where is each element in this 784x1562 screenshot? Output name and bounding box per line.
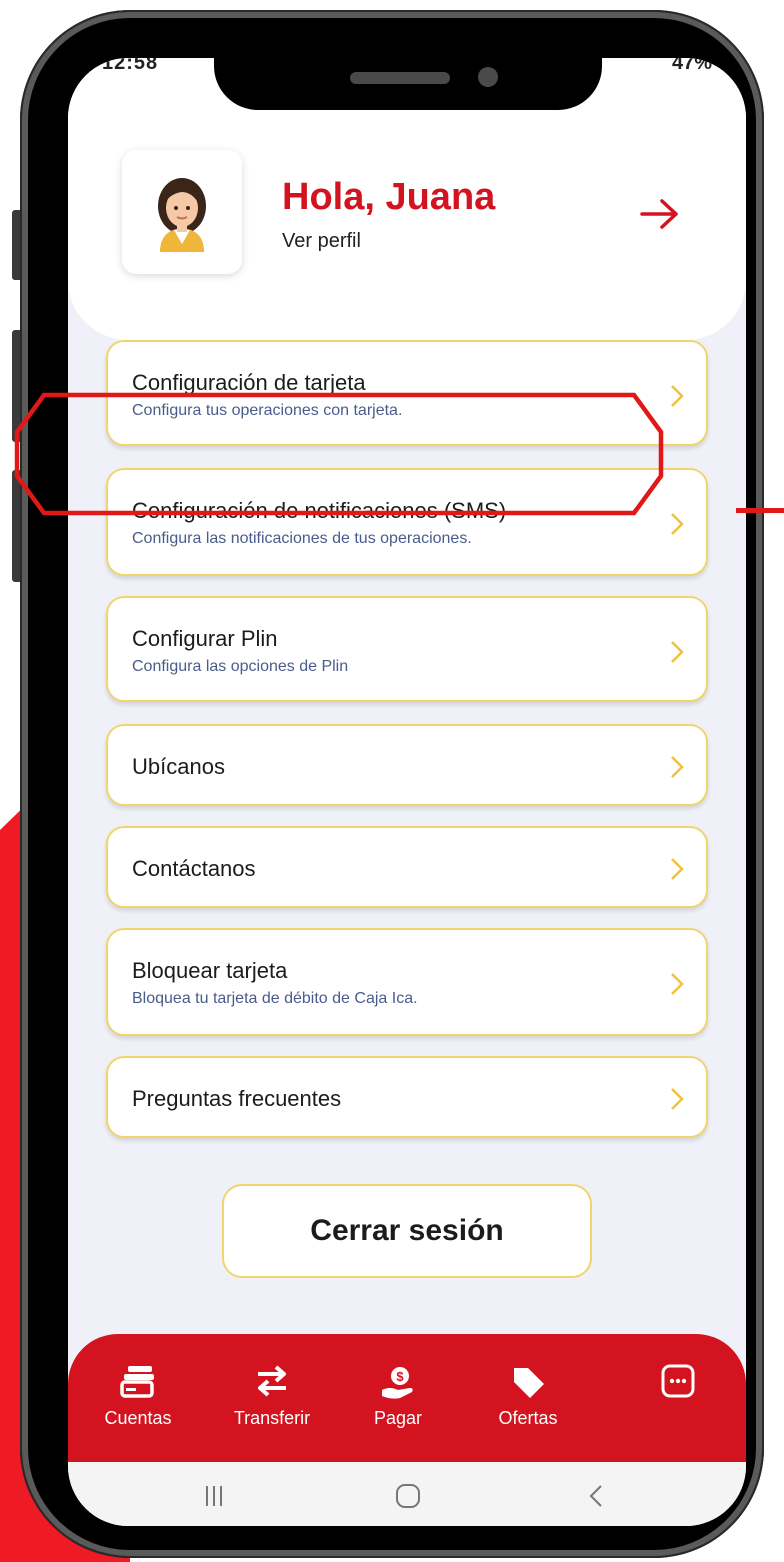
more-dots-icon — [661, 1364, 695, 1398]
status-battery: 47% — [671, 58, 712, 74]
chevron-right-icon — [671, 641, 684, 663]
logout-button[interactable]: Cerrar sesión — [222, 1184, 592, 1278]
menu-item-title: Preguntas frecuentes — [132, 1086, 342, 1111]
back-icon[interactable] — [588, 1484, 604, 1508]
tag-icon — [514, 1368, 544, 1398]
svg-text:$: $ — [396, 1369, 404, 1384]
menu-item-plin-settings[interactable]: Configurar Plin Configura las opciones d… — [106, 596, 708, 702]
front-camera — [478, 67, 498, 87]
cards-icon — [120, 1366, 154, 1398]
bottom-tab-bar: Cuentas Transferir $ Pagar Ofertas — [68, 1334, 746, 1466]
app-screen: 12:58 47% Hola, Juana Ver perfil Configu… — [68, 58, 746, 1526]
menu-item-contact[interactable]: Contáctanos — [106, 826, 708, 908]
greeting-title: Hola, Juana — [282, 176, 496, 218]
tab-label: Cuentas — [104, 1408, 172, 1428]
system-navigation-bar — [68, 1462, 746, 1526]
highlight-pointer-line — [736, 508, 784, 513]
chevron-right-icon — [671, 973, 684, 995]
recent-apps-icon[interactable] — [204, 1484, 224, 1508]
chevron-right-icon — [671, 1088, 684, 1110]
transfer-arrows-icon — [258, 1365, 286, 1397]
avatar-woman-icon — [158, 178, 206, 252]
chevron-right-icon — [671, 858, 684, 880]
tab-pagar[interactable]: $ Pagar — [338, 1334, 458, 1466]
chevron-right-icon — [671, 756, 684, 778]
menu-item-title: Contáctanos — [132, 856, 256, 881]
chevron-right-icon — [671, 385, 684, 407]
menu-item-title: Ubícanos — [132, 754, 225, 779]
tab-more[interactable] — [618, 1334, 738, 1466]
status-time: 12:58 — [102, 58, 159, 74]
tab-label: Ofertas — [498, 1408, 558, 1428]
tab-transferir[interactable]: Transferir — [212, 1334, 332, 1466]
tab-cuentas[interactable]: Cuentas — [78, 1334, 198, 1466]
menu-item-title: Bloquear tarjeta — [132, 958, 288, 983]
chevron-right-icon — [671, 513, 684, 535]
speaker-grille — [350, 72, 450, 84]
pay-hand-coin-icon: $ — [382, 1367, 413, 1399]
view-profile-link[interactable]: Ver perfil — [282, 230, 361, 253]
profile-arrow-icon[interactable] — [638, 196, 682, 237]
menu-item-subtitle: Configura las notificaciones de tus oper… — [132, 530, 472, 547]
menu-item-faq[interactable]: Preguntas frecuentes — [106, 1056, 708, 1138]
menu-item-subtitle: Bloquea tu tarjeta de débito de Caja Ica… — [132, 990, 418, 1007]
menu-item-locations[interactable]: Ubícanos — [106, 724, 708, 806]
avatar[interactable] — [122, 150, 242, 274]
highlight-outline — [14, 392, 664, 516]
tab-label: Transferir — [233, 1408, 311, 1428]
menu-item-title: Configurar Plin — [132, 626, 278, 651]
tab-ofertas[interactable]: Ofertas — [468, 1334, 588, 1466]
menu-item-block-card[interactable]: Bloquear tarjeta Bloquea tu tarjeta de d… — [106, 928, 708, 1036]
tab-label: Pagar — [373, 1408, 423, 1428]
menu-item-subtitle: Configura las opciones de Plin — [132, 658, 349, 675]
phone-notch — [214, 40, 602, 110]
home-icon[interactable] — [394, 1482, 422, 1510]
